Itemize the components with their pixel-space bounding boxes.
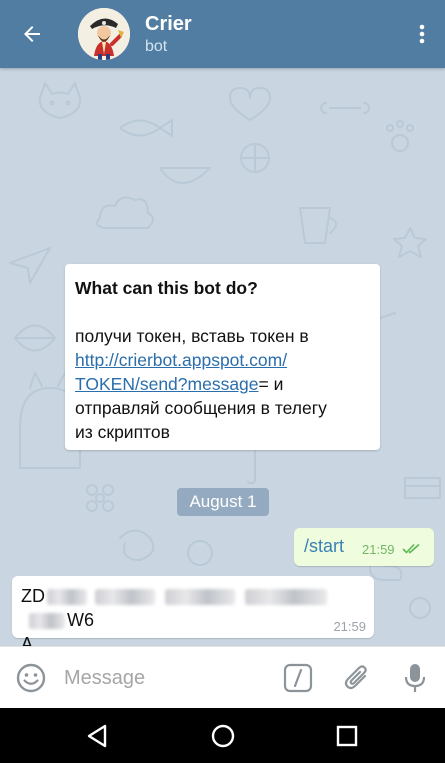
bot-info-card: What can this bot do? получи токен, вста… (65, 264, 380, 450)
emoji-button[interactable] (6, 647, 56, 709)
bot-info-text: получи токен, вставь токен в (75, 326, 309, 346)
nav-recents-icon (336, 725, 358, 746)
message-text[interactable]: /start (304, 536, 344, 557)
chat-subtitle: bot (145, 37, 168, 55)
slash-command-icon (283, 663, 313, 692)
nav-home-icon (211, 724, 235, 747)
message-composer (0, 646, 445, 709)
message-input[interactable] (64, 647, 264, 709)
redacted-text (165, 589, 235, 606)
incoming-message[interactable]: ZDW6 A 21:59 (12, 576, 374, 646)
microphone-icon (404, 663, 426, 692)
bot-info-text-line: из скриптов (75, 422, 170, 442)
more-menu-button[interactable] (399, 0, 445, 68)
voice-record-button[interactable] (390, 647, 440, 709)
redacted-text (95, 589, 155, 606)
emoji-icon (16, 663, 46, 692)
attach-button[interactable] (332, 647, 382, 709)
bot-info-description: получи токен, вставь токен в http://crie… (75, 324, 370, 444)
bot-info-heading: What can this bot do? (75, 278, 258, 298)
message-time: 21:59 (333, 619, 366, 634)
chat-title: Crier (145, 12, 192, 35)
message-text[interactable]: ZDW6 A (21, 584, 371, 646)
nav-home-button[interactable] (188, 708, 258, 763)
system-nav-bar (0, 708, 445, 763)
paperclip-icon (344, 664, 367, 689)
message-time: 21:59 (362, 542, 395, 557)
bot-command-button[interactable] (273, 647, 323, 709)
nav-back-button[interactable] (62, 708, 132, 763)
bot-info-text-after: = и (258, 374, 284, 394)
nav-recents-button[interactable] (312, 708, 382, 763)
redacted-text (245, 589, 327, 606)
chat-title-block[interactable]: Crier bot (145, 12, 399, 57)
pirate-avatar-icon (78, 8, 130, 60)
outgoing-message[interactable]: /start 21:59 (294, 528, 434, 566)
bot-info-text-line: отправляй сообщения в телегу (75, 398, 327, 418)
bot-info-link[interactable]: http://crierbot.appspot.com/TOKEN/send?m… (75, 350, 287, 394)
redacted-text (29, 613, 65, 630)
date-separator: August 1 (177, 488, 269, 516)
double-check-icon (402, 543, 420, 554)
chat-header: Crier bot (0, 0, 445, 68)
nav-back-icon (87, 724, 107, 747)
redacted-text (47, 589, 87, 606)
chat-area[interactable]: What can this bot do? получи токен, вста… (0, 68, 445, 646)
arrow-left-icon (24, 26, 40, 42)
more-vertical-icon (419, 24, 425, 44)
avatar[interactable] (78, 8, 130, 60)
back-button[interactable] (0, 0, 64, 68)
